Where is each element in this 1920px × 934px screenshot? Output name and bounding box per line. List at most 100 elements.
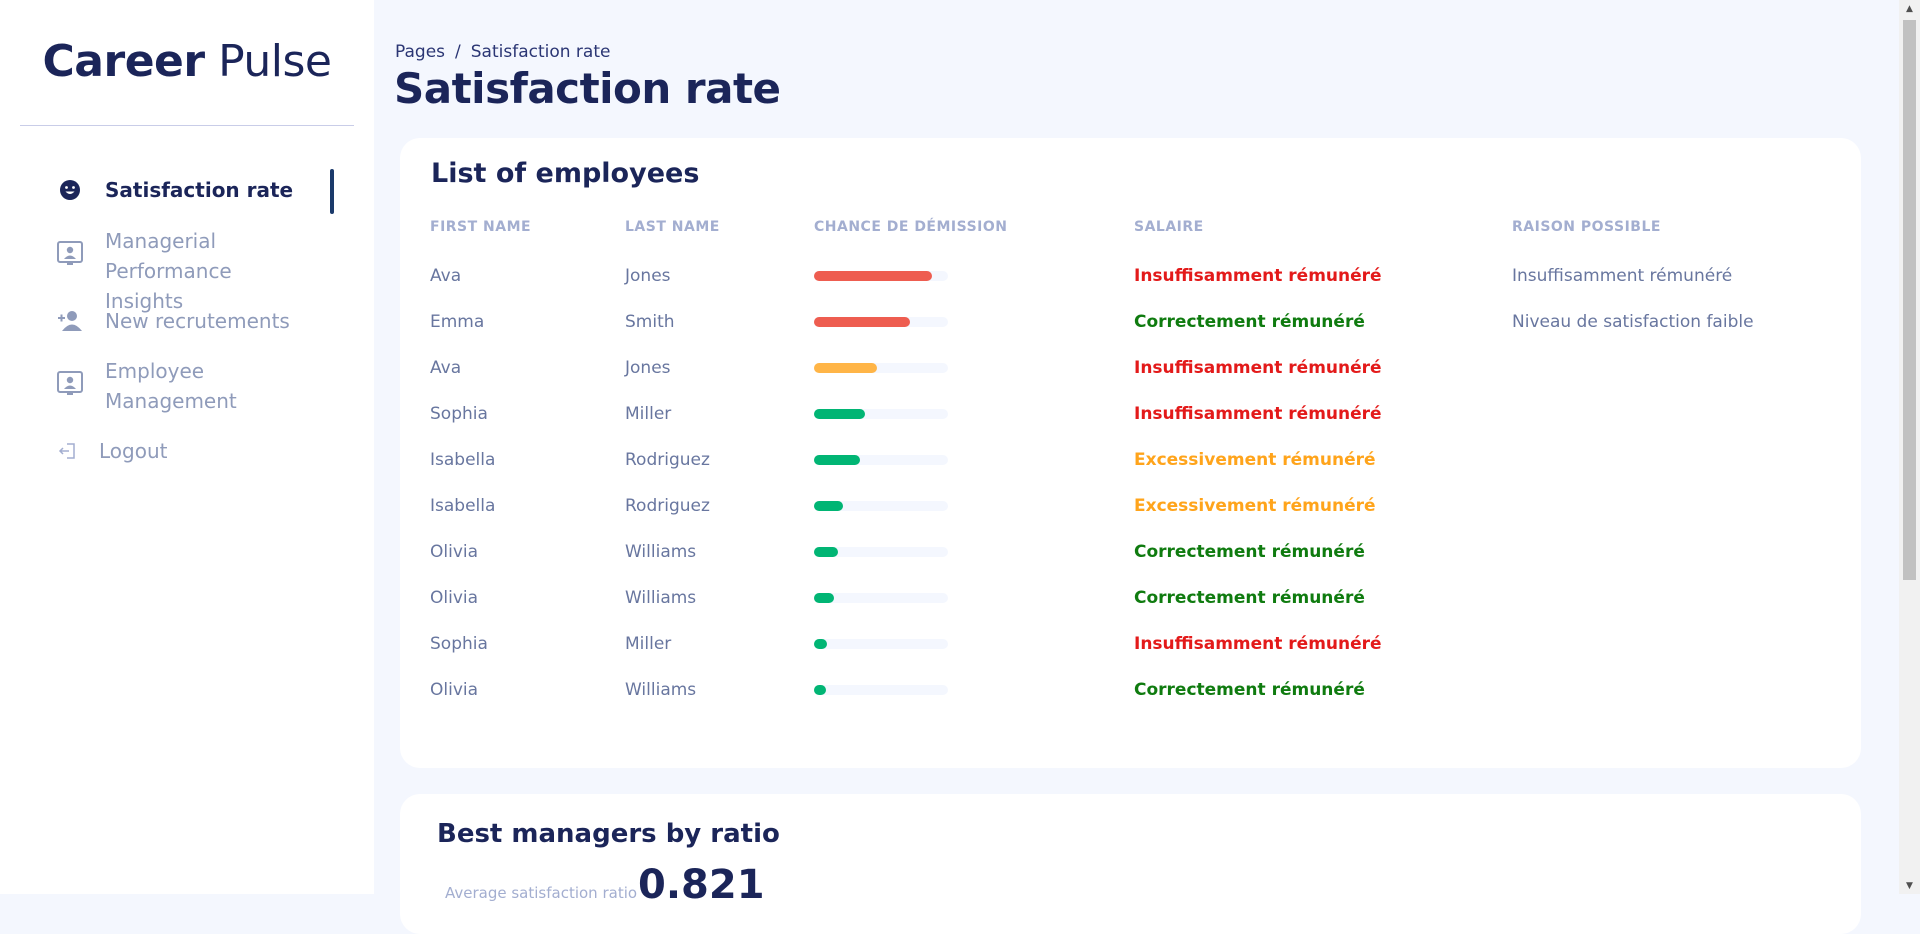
person-board-icon	[57, 240, 83, 266]
chance-progress-track	[814, 501, 948, 511]
cell-first-name: Olivia	[430, 588, 479, 608]
chance-progress-track	[814, 639, 948, 649]
cell-first-name: Isabella	[430, 496, 496, 516]
cell-last-name: Miller	[625, 404, 672, 424]
cell-salary-status: Insuffisamment rémunéré	[1134, 358, 1382, 378]
chance-progress-fill	[814, 547, 839, 557]
chance-progress-track	[814, 409, 948, 419]
sidebar-item-label: Managerial Performance Insights	[105, 229, 232, 313]
scroll-down-arrow-icon[interactable]: ▼	[1899, 877, 1920, 894]
person-board-icon	[57, 370, 83, 396]
sidebar-item-logout[interactable]: Logout	[57, 436, 167, 466]
cell-last-name: Rodriguez	[625, 496, 710, 516]
chance-progress-fill	[814, 363, 877, 373]
table-row: Olivia Williams Correctement rémunéré	[400, 667, 1861, 713]
cell-reason: Insuffisamment rémunéré	[1512, 266, 1733, 286]
cell-salary-status: Insuffisamment rémunéré	[1134, 634, 1382, 654]
sidebar-item-label: Employee Management	[105, 359, 237, 413]
cell-salary-status: Insuffisamment rémunéré	[1134, 266, 1382, 286]
chance-progress-fill	[814, 685, 827, 695]
table-row: Emma Smith Correctement rémunéré Niveau de …	[400, 299, 1861, 345]
cell-first-name: Emma	[430, 312, 485, 332]
chance-progress-fill	[814, 317, 911, 327]
sidebar-item-label: Logout	[99, 439, 168, 463]
page-scrollbar[interactable]: ▲ ▼	[1899, 0, 1920, 894]
breadcrumb: Pages / Satisfaction rate	[395, 42, 610, 62]
brand-bold: Career	[42, 36, 206, 87]
cell-last-name: Williams	[625, 588, 697, 608]
breadcrumb-root[interactable]: Pages	[395, 42, 445, 62]
scroll-thumb[interactable]	[1903, 20, 1916, 580]
chance-progress-track	[814, 547, 948, 557]
chance-progress-fill	[814, 455, 860, 465]
page-title: Satisfaction rate	[394, 64, 781, 113]
column-header-salaire: SALAIRE	[1134, 219, 1204, 235]
sidebar-item-label: New recrutements	[105, 309, 290, 333]
managers-card: Best managers by ratio Average satisfact…	[400, 794, 1861, 934]
column-header-first-name: FIRST NAME	[430, 219, 532, 235]
cell-last-name: Jones	[625, 266, 671, 286]
cell-first-name: Sophia	[430, 634, 488, 654]
table-row: Ava Jones Insuffisamment rémunéré	[400, 345, 1861, 391]
cell-salary-status: Correctement rémunéré	[1134, 312, 1365, 332]
cell-salary-status: Excessivement rémunéré	[1134, 450, 1376, 470]
sidebar-item-new-recrutements[interactable]: New recrutements	[57, 306, 290, 336]
chance-progress-track	[814, 317, 948, 327]
cell-salary-status: Correctement rémunéré	[1134, 680, 1365, 700]
table-row: Olivia Williams Correctement rémunéré	[400, 575, 1861, 621]
sidebar-item-employee-management[interactable]: Employee Management	[57, 356, 317, 416]
table-row: Olivia Williams Correctement rémunéré	[400, 529, 1861, 575]
chance-progress-track	[814, 455, 948, 465]
cell-first-name: Sophia	[430, 404, 488, 424]
column-header-last-name: LAST NAME	[625, 219, 720, 235]
scroll-up-arrow-icon[interactable]: ▲	[1899, 0, 1920, 17]
active-indicator	[330, 169, 334, 214]
column-header-raison: RAISON POSSIBLE	[1512, 219, 1661, 235]
chance-progress-track	[814, 363, 948, 373]
cell-last-name: Rodriguez	[625, 450, 710, 470]
sidebar: Career Pulse Satisfaction rate Manageria…	[0, 0, 374, 894]
sidebar-item-managerial-performance[interactable]: Managerial Performance Insights	[57, 226, 317, 316]
chance-progress-track	[814, 271, 948, 281]
add-user-icon	[57, 308, 83, 334]
sidebar-item-satisfaction-rate[interactable]: Satisfaction rate	[57, 175, 293, 205]
table-row: Sophia Miller Insuffisamment rémunéré	[400, 621, 1861, 667]
table-row: Sophia Miller Insuffisamment rémunéré	[400, 391, 1861, 437]
chance-progress-track	[814, 593, 948, 603]
breadcrumb-separator: /	[455, 42, 461, 62]
table-row: Isabella Rodriguez Excessivement rémunéré	[400, 437, 1861, 483]
chance-progress-fill	[814, 593, 835, 603]
cell-salary-status: Correctement rémunéré	[1134, 542, 1365, 562]
cell-salary-status: Excessivement rémunéré	[1134, 496, 1376, 516]
card-title: List of employees	[431, 158, 700, 189]
brand-light: Pulse	[218, 36, 332, 87]
cell-first-name: Ava	[430, 358, 462, 378]
chance-progress-fill	[814, 501, 844, 511]
cell-first-name: Olivia	[430, 542, 479, 562]
chance-progress-fill	[814, 409, 865, 419]
cell-last-name: Smith	[625, 312, 675, 332]
sidebar-item-label: Satisfaction rate	[105, 178, 294, 202]
chance-progress-fill	[814, 271, 932, 281]
breadcrumb-current: Satisfaction rate	[470, 42, 611, 62]
employees-card: List of employees FIRST NAME LAST NAME C…	[400, 138, 1861, 768]
cell-last-name: Miller	[625, 634, 672, 654]
chance-progress-fill	[814, 639, 828, 649]
chance-progress-track	[814, 685, 948, 695]
brand-logo[interactable]: Career Pulse	[0, 36, 374, 87]
cell-salary-status: Correctement rémunéré	[1134, 588, 1365, 608]
cell-first-name: Isabella	[430, 450, 496, 470]
cell-last-name: Williams	[625, 542, 697, 562]
table-row: Ava Jones Insuffisamment rémunéré Insuffisa…	[400, 253, 1861, 299]
cell-last-name: Williams	[625, 680, 697, 700]
table-row: Isabella Rodriguez Excessivement rémunéré	[400, 483, 1861, 529]
average-ratio-value: 0.821	[638, 862, 765, 908]
cell-reason: Niveau de satisfaction faible	[1512, 312, 1754, 332]
cell-first-name: Olivia	[430, 680, 479, 700]
cell-first-name: Ava	[430, 266, 462, 286]
cell-salary-status: Insuffisamment rémunéré	[1134, 404, 1382, 424]
average-ratio-label: Average satisfaction ratio	[445, 884, 638, 902]
logout-icon	[57, 438, 77, 464]
card-title: Best managers by ratio	[437, 819, 780, 849]
sidebar-divider	[20, 125, 354, 126]
